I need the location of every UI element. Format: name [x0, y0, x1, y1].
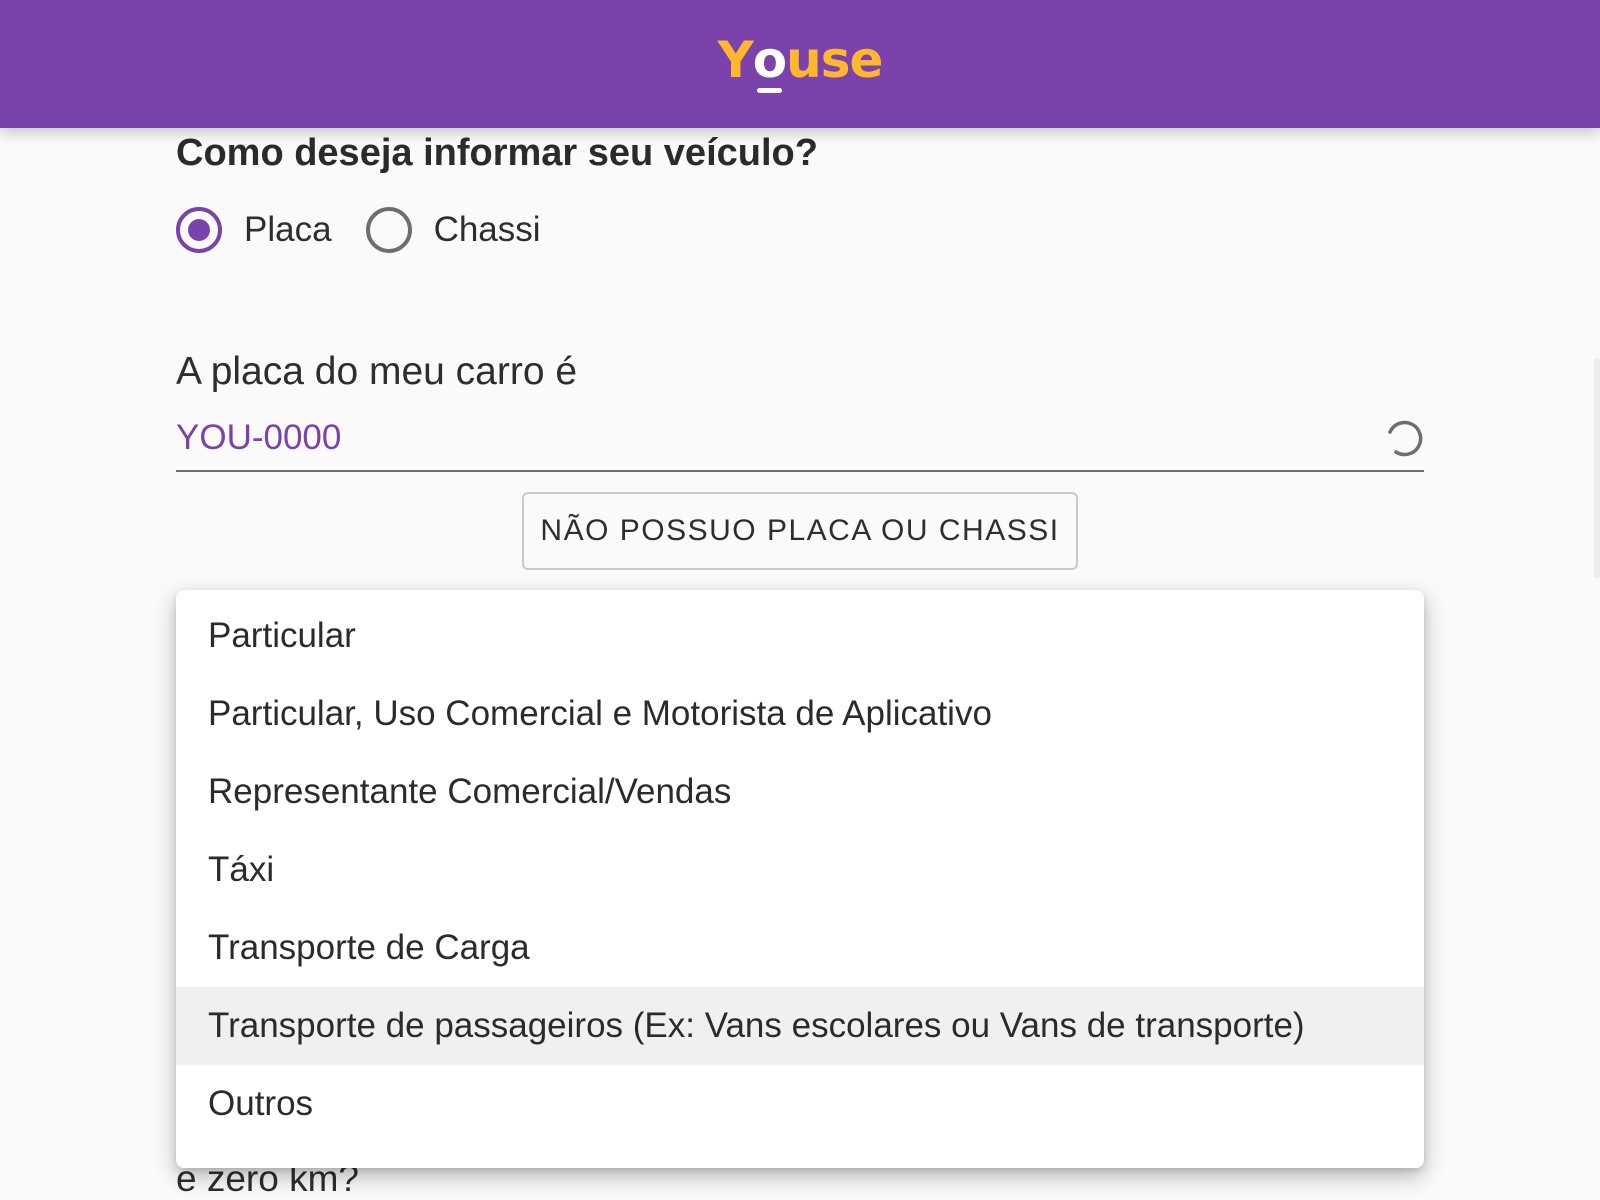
usage-dropdown-menu: Particular Particular, Uso Comercial e M… — [176, 590, 1424, 1168]
dropdown-item-taxi[interactable]: Táxi — [176, 831, 1424, 909]
logo-letter-y: Y — [717, 31, 754, 89]
radio-label-chassi: Chassi — [433, 210, 541, 249]
radio-option-chassi[interactable]: Chassi — [365, 207, 541, 253]
radio-label-placa: Placa — [244, 210, 332, 249]
radio-checked-icon[interactable] — [176, 207, 222, 253]
dropdown-item-outros[interactable]: Outros — [176, 1065, 1424, 1143]
app-header: Y o use — [0, 0, 1600, 128]
dropdown-item-particular-comercial-aplicativo[interactable]: Particular, Uso Comercial e Motorista de… — [176, 675, 1424, 753]
youse-logo[interactable]: Y o use — [717, 31, 883, 93]
logo-letters-use: use — [786, 31, 883, 89]
dropdown-item-particular[interactable]: Particular — [176, 597, 1424, 675]
logo-letter-o-text: o — [752, 31, 787, 89]
vehicle-question-heading: Como deseja informar seu veículo? — [176, 132, 818, 174]
dropdown-item-transporte-passageiros[interactable]: Transporte de passageiros (Ex: Vans esco… — [176, 987, 1424, 1065]
scrollbar[interactable] — [1594, 358, 1600, 578]
dropdown-item-transporte-carga[interactable]: Transporte de Carga — [176, 909, 1424, 987]
plate-input[interactable] — [176, 408, 1424, 468]
dropdown-item-representante-comercial[interactable]: Representante Comercial/Vendas — [176, 753, 1424, 831]
loading-spinner-icon — [1388, 420, 1423, 457]
logo-underline — [756, 88, 783, 93]
plate-field-label: A placa do meu carro é — [176, 350, 578, 393]
radio-option-placa[interactable]: Placa — [176, 207, 332, 253]
no-plate-button[interactable]: NÃO POSSUO PLACA OU CHASSI — [522, 492, 1078, 570]
plate-field — [176, 408, 1424, 472]
radio-unchecked-icon[interactable] — [365, 207, 412, 253]
logo-letter-o: o — [753, 35, 787, 93]
vehicle-id-radio-group: Placa Chassi — [176, 207, 575, 253]
